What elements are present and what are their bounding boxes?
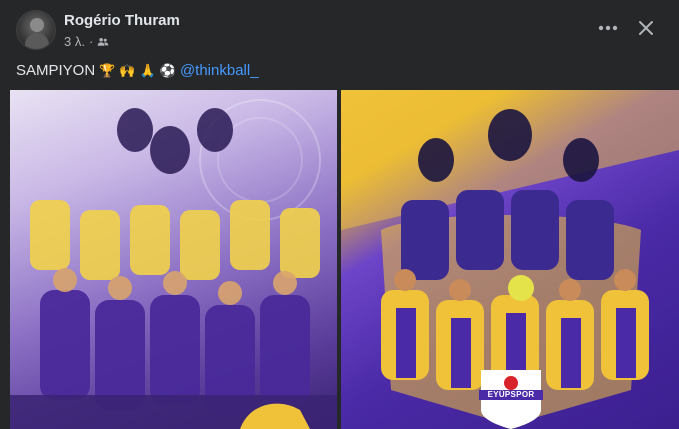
close-button[interactable] <box>632 14 660 42</box>
celebration-poster-right[interactable]: EYÜPSPOR <box>341 90 679 429</box>
author-avatar[interactable] <box>16 10 56 50</box>
author-name[interactable]: Rogério Thuram <box>64 12 180 29</box>
more-options-button[interactable] <box>594 14 622 42</box>
post-time[interactable]: 3 λ. <box>64 34 85 49</box>
caption-text: SAMPIYON <box>16 62 96 79</box>
more-horizontal-icon <box>598 25 618 31</box>
post-caption: SAMPIYON 🏆 🙌 🙏 ⚽ @thinkball_ <box>16 62 259 79</box>
post-media: EYÜPSPOR <box>0 90 679 429</box>
poster-left-art <box>10 99 337 429</box>
raised-hands-emoji: 🙌 <box>119 63 136 78</box>
poster-right-art <box>341 90 679 429</box>
folded-hands-emoji: 🙏 <box>139 63 156 78</box>
meta-separator: · <box>88 34 94 49</box>
team-logo-text: EYÜPSPOR <box>487 390 535 399</box>
trophy-emoji: 🏆 <box>99 63 116 78</box>
soccer-ball-emoji: ⚽ <box>159 63 176 78</box>
post-meta: 3 λ. · <box>64 34 109 49</box>
mention-link[interactable]: @thinkball_ <box>180 62 259 79</box>
post-header: Rogério Thuram 3 λ. · <box>0 0 679 58</box>
close-icon <box>639 21 653 35</box>
friends-icon[interactable] <box>97 36 109 48</box>
celebration-poster-left[interactable] <box>10 90 337 429</box>
